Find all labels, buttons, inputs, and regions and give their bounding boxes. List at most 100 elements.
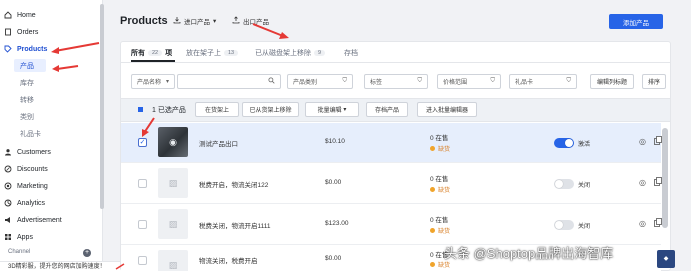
- sidebar-subitem-transfers[interactable]: 转移: [20, 93, 34, 106]
- sidebar-subitem-gift-cards[interactable]: 礼品卡: [20, 127, 41, 140]
- tab-on-shelf[interactable]: 放在架子上 13: [186, 46, 239, 60]
- product-name[interactable]: 税费关闭，物流开启1111: [199, 220, 271, 230]
- category-filter[interactable]: 产品类别 ⛉: [287, 74, 353, 89]
- search-icon: [268, 77, 275, 86]
- price-range-filter[interactable]: 价格范围 ⛉: [437, 74, 501, 89]
- tabs-divider: [121, 62, 670, 63]
- advertisement-icon: [4, 216, 12, 224]
- table-row[interactable]: ▨ 税费开启，物流关闭122 $0.00 0 在售 缺货 关闭 ◎: [121, 164, 662, 204]
- watermark: 头条 @Shoptop品牌出海智库: [444, 246, 614, 261]
- status-dot: [430, 146, 435, 151]
- row-checkbox[interactable]: [138, 256, 147, 265]
- toggle-label: 关闭: [578, 183, 591, 189]
- sort-button[interactable]: 排序: [642, 74, 666, 89]
- image-icon: ▨: [168, 218, 178, 229]
- tag-icon: [4, 45, 12, 53]
- table-scrollbar[interactable]: [662, 128, 668, 228]
- sidebar-item-label: Customers: [17, 148, 51, 156]
- bulk-edit-dropdown[interactable]: 批量编辑 ▾: [305, 102, 359, 117]
- product-name[interactable]: 测试产品出口: [199, 138, 238, 148]
- tab-archived[interactable]: 存档: [344, 46, 358, 60]
- tab-count: 9: [314, 50, 326, 56]
- sidebar-item-discounts[interactable]: Discounts: [4, 162, 48, 176]
- open-bulk-editor-button[interactable]: 进入批量编辑器: [417, 102, 477, 117]
- sidebar-subitem-categories[interactable]: 类别: [20, 110, 34, 123]
- sidebar-item-label: Products: [17, 45, 48, 53]
- active-toggle[interactable]: [554, 179, 574, 189]
- annotation-arrow: [51, 42, 100, 54]
- orders-icon: [4, 28, 12, 36]
- add-product-button[interactable]: 添加产品: [609, 14, 663, 29]
- tab-removed-from-shelf[interactable]: 已从磁盘架上移除 9: [255, 46, 326, 60]
- annotation-arrow: [252, 23, 289, 39]
- search-input[interactable]: [177, 74, 281, 89]
- sidebar-item-home[interactable]: Home: [4, 8, 36, 22]
- gift-card-filter[interactable]: 礼品卡 ⛉: [509, 74, 577, 89]
- chevron-down-icon: ▾: [343, 107, 347, 113]
- sidebar-item-label: Discounts: [17, 165, 48, 173]
- target-icon: [4, 182, 12, 190]
- preview-eye-icon[interactable]: ◎: [639, 137, 646, 146]
- eye-icon: ◉: [169, 136, 177, 147]
- tags-filter[interactable]: 标签 ⛉: [364, 74, 428, 89]
- select-all-checkbox[interactable]: [138, 107, 143, 112]
- duplicate-icon[interactable]: [654, 218, 662, 227]
- product-name[interactable]: 税费开启，物流关闭122: [199, 179, 268, 189]
- sidebar-item-advertisement[interactable]: Advertisement: [4, 213, 62, 227]
- annotation-arrow: [142, 117, 155, 137]
- active-toggle[interactable]: [554, 138, 574, 148]
- preview-eye-icon[interactable]: ◎: [639, 178, 646, 187]
- sidebar-item-marketing[interactable]: Marketing: [4, 179, 48, 193]
- import-icon: [173, 16, 181, 26]
- product-price: $123.00: [325, 220, 349, 227]
- status-badge: 缺货: [430, 185, 450, 194]
- import-products-button[interactable]: 进口产品 ▾: [173, 16, 216, 26]
- product-name[interactable]: 物流关闭，税费开启: [199, 255, 258, 265]
- product-stock: 0 在售: [430, 176, 449, 183]
- sidebar-item-label: Analytics: [17, 199, 46, 207]
- export-icon: [232, 16, 240, 26]
- chevron-down-icon: ▾: [165, 79, 169, 85]
- edit-columns-button[interactable]: 编辑列标题: [590, 74, 634, 89]
- sidebar-item-analytics[interactable]: Analytics: [4, 196, 45, 210]
- sidebar-item-orders[interactable]: Orders: [4, 25, 38, 39]
- watermark-logo: ◆: [657, 250, 675, 268]
- product-thumbnail-placeholder[interactable]: ▨: [158, 250, 188, 271]
- product-thumbnail-placeholder[interactable]: ▨: [158, 168, 188, 198]
- row-checkbox[interactable]: [138, 220, 147, 229]
- archive-products-button[interactable]: 存档产品: [366, 102, 408, 117]
- tab-count: 13: [224, 50, 239, 56]
- status-badge: 缺货: [430, 144, 450, 153]
- sidebar-item-customers[interactable]: Customers: [4, 145, 51, 159]
- product-stock: 0 在售: [430, 135, 449, 142]
- duplicate-icon[interactable]: [654, 177, 662, 186]
- status-badge: 缺货: [430, 226, 450, 235]
- status-dot: [430, 228, 435, 233]
- table-row[interactable]: ✓ ◉ 测试产品出口 $10.10 0 在售 缺货 激活 ◎: [121, 123, 662, 163]
- row-checkbox[interactable]: ✓: [138, 138, 147, 147]
- selected-count: 1 已选产品: [152, 107, 186, 114]
- search-field-select[interactable]: 产品名称 ▾: [131, 74, 175, 89]
- page-title: Products: [120, 15, 168, 27]
- sidebar-item-label: Marketing: [17, 182, 48, 190]
- duplicate-icon[interactable]: [654, 136, 662, 145]
- active-toggle[interactable]: [554, 220, 574, 230]
- add-channel-button[interactable]: +: [83, 249, 91, 257]
- sidebar-item-apps[interactable]: Apps: [4, 230, 33, 244]
- sidebar-item-products[interactable]: Products: [4, 42, 47, 56]
- filter-icon: ⛉: [417, 78, 422, 84]
- row-checkbox[interactable]: [138, 179, 147, 188]
- product-thumbnail-placeholder[interactable]: ▨: [158, 209, 188, 239]
- sidebar-scrollbar[interactable]: [100, 4, 104, 209]
- preview-eye-icon[interactable]: ◎: [639, 219, 646, 228]
- product-thumbnail[interactable]: ◉: [158, 127, 188, 157]
- sidebar-subitem-inventory[interactable]: 库存: [20, 76, 34, 89]
- status-dot: [430, 262, 435, 267]
- table-row[interactable]: ▨ 税费关闭，物流开启1111 $123.00 0 在售 缺货 关闭 ◎: [121, 205, 662, 245]
- put-on-shelf-button[interactable]: 在货架上: [195, 102, 239, 117]
- sidebar-subitem-products[interactable]: 产品: [14, 59, 46, 72]
- remove-from-shelf-button[interactable]: 已从货架上移除: [242, 102, 299, 117]
- tab-all[interactable]: 所有 22 项: [131, 46, 172, 60]
- discount-icon: [4, 165, 12, 173]
- filter-icon: ⛉: [566, 78, 571, 84]
